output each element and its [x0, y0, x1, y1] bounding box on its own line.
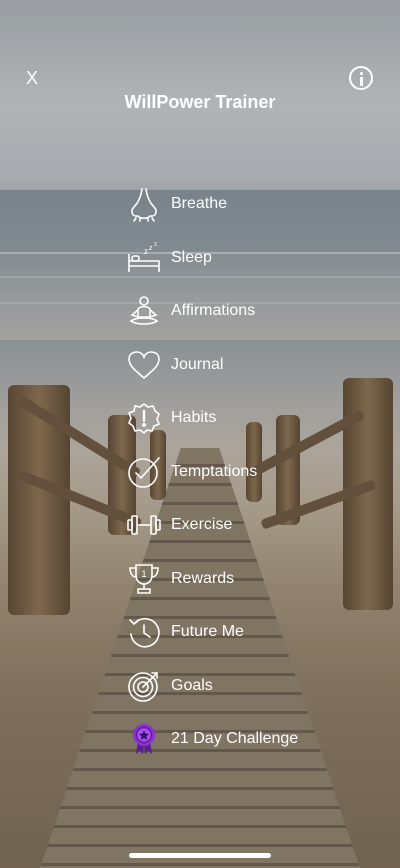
menu-item-label: Journal [171, 356, 224, 373]
close-button[interactable]: X [22, 66, 42, 90]
menu-item-label: Breathe [171, 195, 228, 212]
page-title: WillPower Trainer [124, 92, 276, 112]
menu-item-goals[interactable]: Goals [124, 666, 213, 706]
menu-item-breathe[interactable]: Breathe [124, 184, 227, 224]
nose-icon [124, 184, 164, 224]
info-icon [360, 72, 363, 75]
menu-item-label: Exercise [171, 516, 233, 533]
menu-item-exercise[interactable]: Exercise [124, 505, 232, 545]
menu-item-temptations[interactable]: Temptations [124, 452, 257, 492]
menu-item-label: Affirmations [171, 302, 256, 319]
svg-text:z: z [149, 245, 153, 252]
future-clock-icon [124, 612, 164, 652]
home-indicator[interactable] [129, 853, 271, 858]
menu-item-label: Rewards [171, 570, 235, 587]
meditation-icon [124, 291, 164, 331]
menu-item-sleep[interactable]: z z z Sleep [124, 238, 212, 278]
menu-item-journal[interactable]: Journal [124, 345, 223, 385]
info-button[interactable] [349, 66, 373, 90]
menu-item-label: 21 Day Challenge [171, 730, 299, 747]
svg-text:1: 1 [142, 569, 147, 579]
menu-item-label: Sleep [171, 249, 212, 266]
alert-badge-icon [124, 398, 164, 438]
dumbbell-icon [124, 505, 164, 545]
svg-text:z: z [154, 242, 157, 248]
menu-item-label: Future Me [171, 623, 244, 640]
svg-text:z: z [144, 247, 148, 256]
menu-item-affirmations[interactable]: Affirmations [124, 291, 255, 331]
bed-icon: z z z [124, 238, 164, 278]
heart-icon [124, 345, 164, 385]
target-icon [124, 666, 164, 706]
menu-item-habits[interactable]: Habits [124, 398, 216, 438]
menu-item-label: Habits [171, 409, 217, 426]
menu-item-label: Goals [171, 677, 213, 694]
menu-item-future-me[interactable]: Future Me [124, 612, 244, 652]
menu-item-21-day-challenge[interactable]: 21 Day Challenge [124, 719, 298, 759]
medal-icon [124, 719, 164, 759]
menu-item-rewards[interactable]: 1 Rewards [124, 559, 234, 599]
clock-check-icon [124, 452, 164, 492]
menu-item-label: Temptations [171, 463, 258, 480]
trophy-icon: 1 [124, 559, 164, 599]
